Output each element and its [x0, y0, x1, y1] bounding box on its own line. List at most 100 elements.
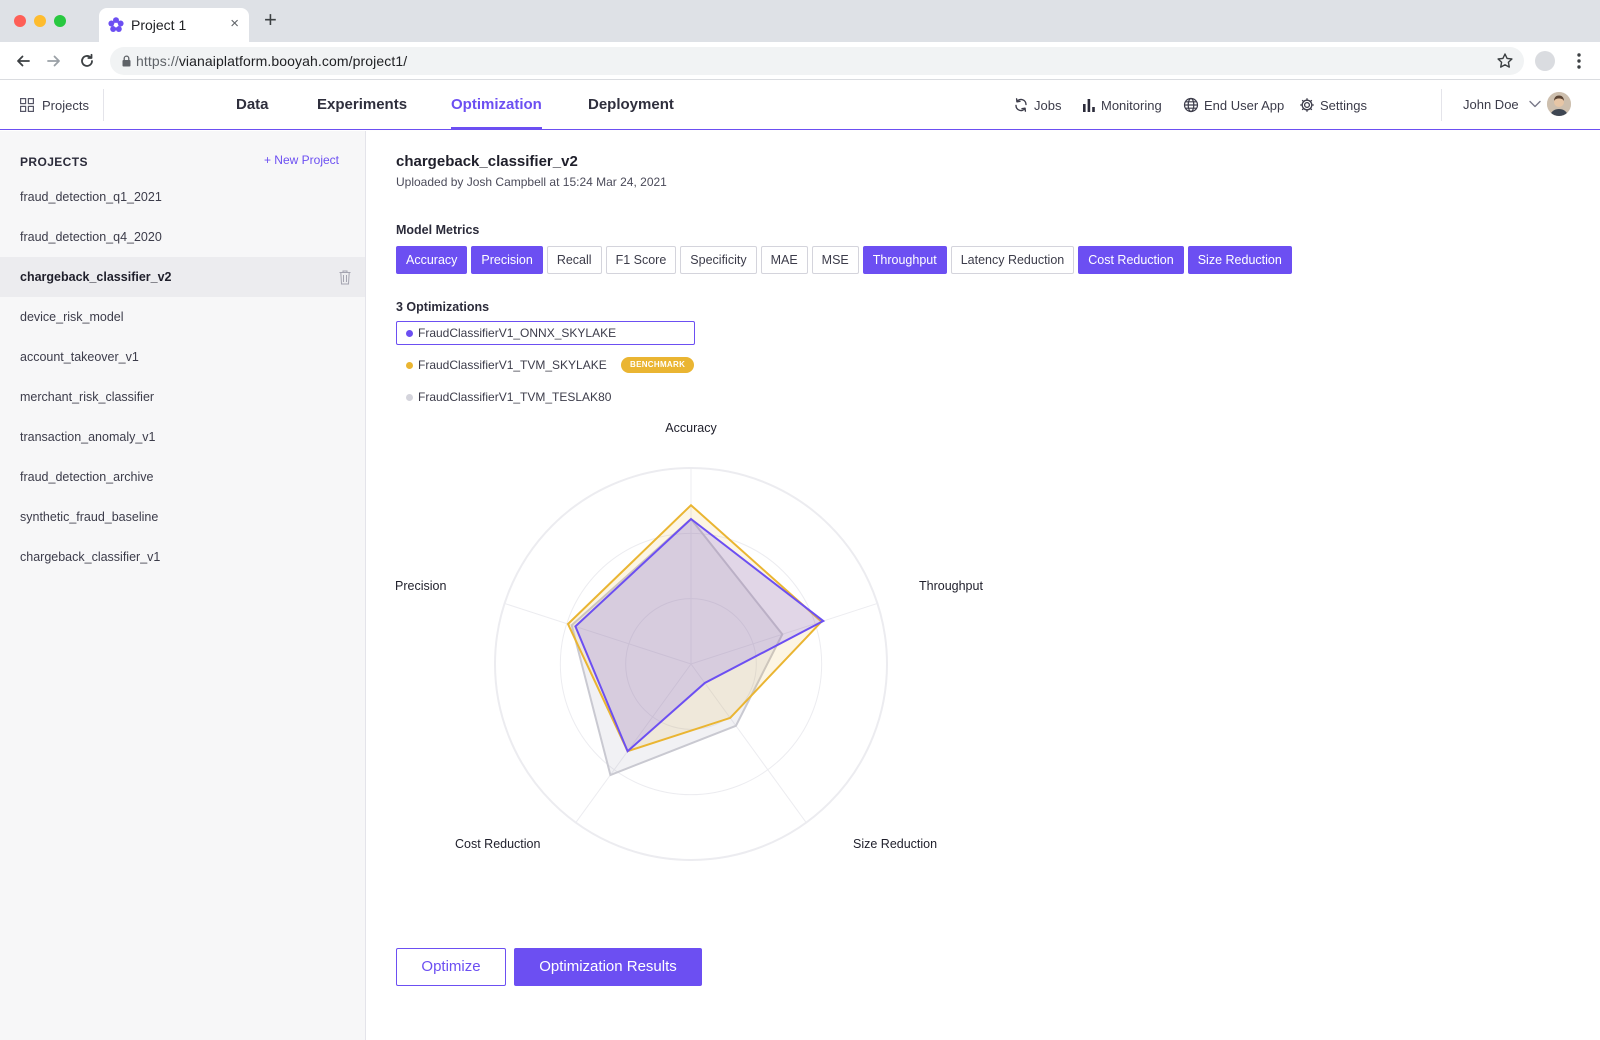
- benchmark-badge: BENCHMARK: [621, 357, 695, 373]
- sidebar-item-label: device_risk_model: [20, 310, 124, 324]
- series-color-dot: [406, 394, 413, 401]
- back-arrow-icon[interactable]: [12, 50, 34, 72]
- forward-arrow-icon[interactable]: [43, 50, 65, 72]
- new-tab-button[interactable]: +: [264, 9, 277, 31]
- optimization-label: FraudClassifierV1_TVM_SKYLAKE: [418, 358, 607, 372]
- tab-deployment[interactable]: Deployment: [588, 80, 674, 130]
- user-name[interactable]: John Doe: [1463, 97, 1519, 112]
- settings-link-label: Settings: [1320, 97, 1367, 113]
- grid-icon: [20, 98, 34, 112]
- sidebar-item-label: transaction_anomaly_v1: [20, 430, 156, 444]
- projects-link-label: Projects: [42, 97, 89, 113]
- metric-chip-accuracy[interactable]: Accuracy: [396, 246, 468, 274]
- metric-chip-mae[interactable]: MAE: [760, 246, 808, 274]
- metric-chip-precision[interactable]: Precision: [471, 246, 543, 274]
- sidebar-item-fraud-detection-archive[interactable]: fraud_detection_archive: [0, 457, 365, 497]
- url-scheme: https://: [136, 53, 179, 69]
- tab-optimization[interactable]: Optimization: [451, 80, 542, 130]
- monitoring-link-label: Monitoring: [1101, 97, 1162, 113]
- bookmark-star-icon[interactable]: [1496, 52, 1514, 70]
- metric-chip-cost-reduction[interactable]: Cost Reduction: [1078, 246, 1184, 274]
- radar-axis-label-accuracy: Accuracy: [665, 421, 717, 435]
- url-text: https://vianaiplatform.booyah.com/projec…: [136, 53, 407, 69]
- sidebar-item-label: fraud_detection_q1_2021: [20, 190, 162, 204]
- sidebar-item-chargeback-classifier-v2[interactable]: chargeback_classifier_v2: [0, 257, 365, 297]
- sidebar-item-merchant-risk-classifier[interactable]: merchant_risk_classifier: [0, 377, 365, 417]
- tab-data[interactable]: Data: [236, 80, 269, 130]
- metric-chip-specificity[interactable]: Specificity: [680, 246, 757, 274]
- end-user-app-link-label: End User App: [1204, 97, 1285, 113]
- projects-link[interactable]: Projects: [20, 80, 89, 130]
- header-divider-user: [1441, 89, 1442, 121]
- sidebar-item-synthetic-fraud-baseline[interactable]: synthetic_fraud_baseline: [0, 497, 365, 537]
- chevron-down-icon[interactable]: [1529, 100, 1541, 108]
- monitoring-link[interactable]: Monitoring: [1082, 80, 1162, 130]
- jobs-link-label: Jobs: [1034, 97, 1062, 113]
- projects-sidebar: PROJECTS + New Project fraud_detection_q…: [0, 131, 366, 1040]
- optimization-item[interactable]: FraudClassifierV1_TVM_TESLAK80: [396, 385, 695, 409]
- sidebar-item-account-takeover-v1[interactable]: account_takeover_v1: [0, 337, 365, 377]
- close-window-button[interactable]: [14, 15, 26, 27]
- metric-chip-f1-score[interactable]: F1 Score: [605, 246, 677, 274]
- optimization-label: FraudClassifierV1_TVM_TESLAK80: [418, 390, 612, 404]
- tab-experiments[interactable]: Experiments: [317, 80, 407, 130]
- optimization-results-button[interactable]: Optimization Results: [514, 948, 702, 986]
- gear-icon: [1300, 98, 1314, 112]
- sidebar-item-label: chargeback_classifier_v2: [20, 270, 172, 284]
- optimizations-count: 3 Optimizations: [396, 300, 490, 314]
- sidebar-item-label: fraud_detection_q4_2020: [20, 230, 162, 244]
- trash-icon[interactable]: [339, 270, 351, 285]
- series-color-dot: [406, 330, 413, 337]
- series-color-dot: [406, 362, 413, 369]
- radar-axis-label-cost-reduction: Cost Reduction: [455, 837, 541, 851]
- jobs-link[interactable]: Jobs: [1013, 80, 1061, 130]
- address-bar[interactable]: https://vianaiplatform.booyah.com/projec…: [110, 47, 1524, 75]
- minimize-window-button[interactable]: [34, 15, 46, 27]
- sidebar-item-fraud-detection-q4-2020[interactable]: fraud_detection_q4_2020: [0, 217, 365, 257]
- optimize-button[interactable]: Optimize: [396, 948, 506, 986]
- new-project-link[interactable]: + New Project: [264, 153, 339, 167]
- browser-profile-avatar[interactable]: [1535, 51, 1555, 71]
- model-upload-info: Uploaded by Josh Campbell at 15:24 Mar 2…: [396, 175, 667, 189]
- browser-toolbar: https://vianaiplatform.booyah.com/projec…: [0, 42, 1600, 80]
- metric-chip-mse[interactable]: MSE: [811, 246, 859, 274]
- model-title: chargeback_classifier_v2: [396, 153, 578, 170]
- metric-chip-recall[interactable]: Recall: [546, 246, 602, 274]
- browser-tabstrip: Project 1 × +: [0, 0, 1600, 42]
- project-list: fraud_detection_q1_2021 fraud_detection_q…: [0, 177, 365, 577]
- maximize-window-button[interactable]: [54, 15, 66, 27]
- metric-chip-throughput[interactable]: Throughput: [862, 246, 947, 274]
- header-divider: [103, 89, 104, 121]
- bar-chart-icon: [1083, 99, 1095, 112]
- browser-tab-title: Project 1: [131, 17, 187, 33]
- url-host-path: vianaiplatform.booyah.com/project1/: [178, 53, 408, 69]
- radar-axis-label-precision: Precision: [395, 579, 446, 593]
- metric-chip-latency-reduction[interactable]: Latency Reduction: [950, 246, 1075, 274]
- app-header: Projects Data Experiments Optimization D…: [0, 80, 1600, 130]
- radar-chart: Accuracy Throughput Size Reduction Cost Red…: [395, 421, 983, 861]
- browser-tab[interactable]: Project 1 ×: [99, 8, 249, 42]
- avatar[interactable]: [1547, 92, 1571, 116]
- browser-menu-icon[interactable]: [1572, 51, 1586, 71]
- lock-icon: [122, 55, 131, 67]
- close-tab-icon[interactable]: ×: [230, 15, 239, 32]
- settings-link[interactable]: Settings: [1299, 80, 1367, 130]
- optimization-label: FraudClassifierV1_ONNX_SKYLAKE: [418, 326, 617, 340]
- sidebar-item-label: synthetic_fraud_baseline: [20, 510, 159, 524]
- sidebar-item-transaction-anomaly-v1[interactable]: transaction_anomaly_v1: [0, 417, 365, 457]
- sidebar-item-chargeback-classifier-v1[interactable]: chargeback_classifier_v1: [0, 537, 365, 577]
- metric-chip-size-reduction[interactable]: Size Reduction: [1187, 246, 1292, 274]
- radar-axis-label-throughput: Throughput: [919, 579, 983, 593]
- end-user-app-link[interactable]: End User App: [1183, 80, 1284, 130]
- sidebar-item-label: fraud_detection_archive: [20, 470, 154, 484]
- metric-chip-group: Accuracy Precision Recall F1 Score Specifici…: [396, 246, 1292, 274]
- optimization-item[interactable]: FraudClassifierV1_TVM_SKYLAKE BENCHMARK: [396, 353, 695, 377]
- optimization-list: FraudClassifierV1_ONNX_SKYLAKE FraudClass…: [396, 321, 695, 417]
- sidebar-item-device-risk-model[interactable]: device_risk_model: [0, 297, 365, 337]
- radar-axis-label-size-reduction: Size Reduction: [853, 837, 937, 851]
- sidebar-item-label: merchant_risk_classifier: [20, 390, 155, 404]
- user-avatar-icon: [1547, 92, 1571, 116]
- optimization-item[interactable]: FraudClassifierV1_ONNX_SKYLAKE: [396, 321, 695, 345]
- sidebar-item-fraud-detection-q1-2021[interactable]: fraud_detection_q1_2021: [0, 177, 365, 217]
- reload-icon[interactable]: [76, 50, 98, 72]
